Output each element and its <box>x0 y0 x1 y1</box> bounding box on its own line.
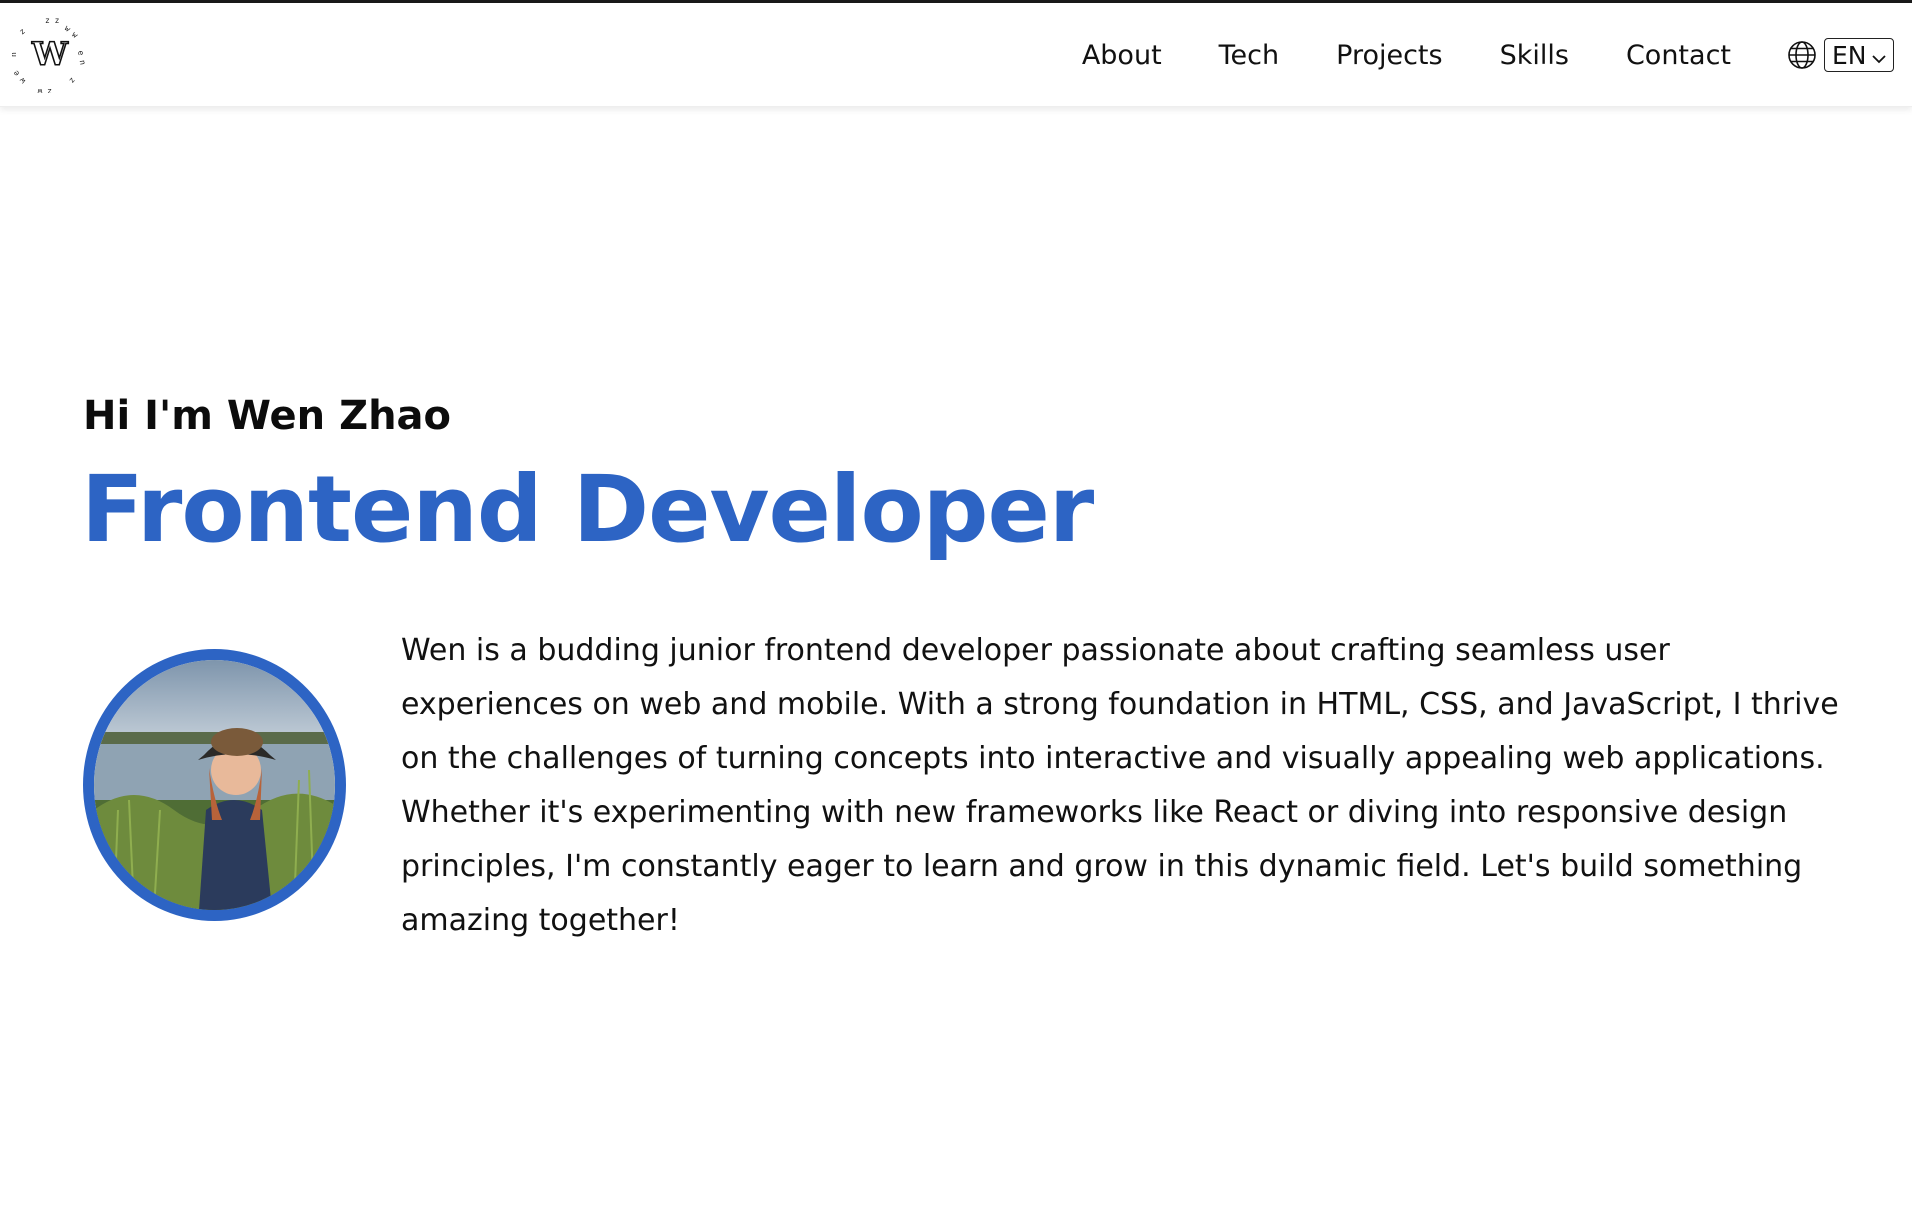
role-title: Frontend Developer <box>81 456 1094 563</box>
svg-text:W: W <box>31 35 69 73</box>
logo-icon[interactable]: z z w w e n z z w w e n z W <box>9 16 88 96</box>
greeting-heading: Hi I'm Wen Zhao <box>83 393 452 439</box>
svg-text:z: z <box>18 26 28 36</box>
language-switcher: EN <box>1787 38 1894 72</box>
language-select[interactable]: EN <box>1824 38 1894 72</box>
svg-text:z: z <box>67 76 77 86</box>
nav-link-contact[interactable]: Contact <box>1626 40 1731 71</box>
language-value: EN <box>1832 40 1867 70</box>
chevron-down-icon <box>1872 41 1886 70</box>
avatar <box>83 649 346 921</box>
site-header: z z w w e n z z w w e n z W About Tech P… <box>0 3 1912 107</box>
svg-text:n: n <box>12 52 18 57</box>
main-nav: About Tech Projects Skills Contact EN <box>1082 3 1912 107</box>
svg-text:z z: z z <box>45 17 60 25</box>
globe-icon <box>1787 40 1817 70</box>
svg-text:e n: e n <box>76 50 87 66</box>
nav-link-tech[interactable]: Tech <box>1219 40 1279 71</box>
nav-link-skills[interactable]: Skills <box>1500 40 1569 71</box>
nav-link-about[interactable]: About <box>1082 40 1162 71</box>
svg-text:z w: z w <box>37 87 52 93</box>
svg-text:w e: w e <box>12 69 28 86</box>
nav-link-projects[interactable]: Projects <box>1336 40 1442 71</box>
bio-paragraph: Wen is a budding junior frontend develop… <box>401 633 1839 938</box>
